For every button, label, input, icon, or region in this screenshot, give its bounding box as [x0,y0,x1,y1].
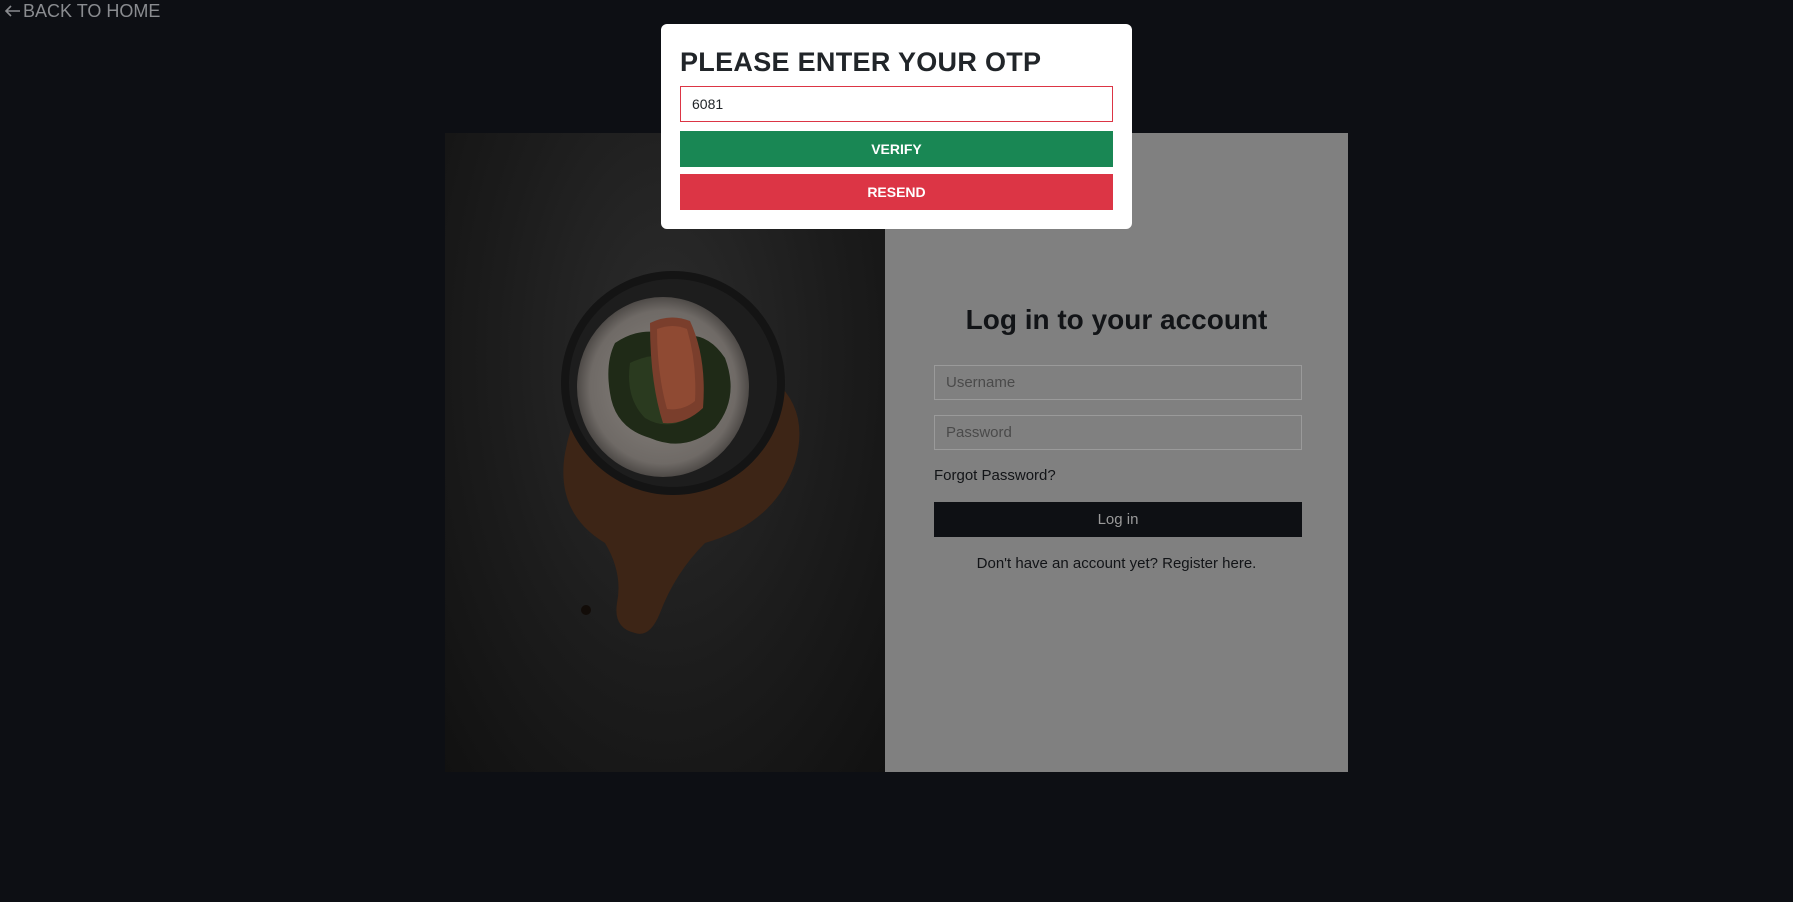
username-input[interactable]: Username [934,365,1302,400]
page: BACK TO HOME Log in to your account User… [0,0,1793,902]
otp-modal: PLEASE ENTER YOUR OTP 6081 VERIFY RESEND [661,24,1132,229]
login-title: Log in to your account [965,304,1268,335]
login-button[interactable]: Log in [934,502,1302,537]
password-input[interactable]: Password [934,415,1302,450]
back-to-home-label: BACK TO HOME [23,0,161,21]
verify-button[interactable]: VERIFY [680,131,1113,167]
arrow-left-icon [4,4,21,18]
register-link[interactable]: Don't have an account yet? Register here… [885,555,1348,572]
otp-modal-title: PLEASE ENTER YOUR OTP [680,47,1042,77]
forgot-password-link[interactable]: Forgot Password? [934,467,1056,484]
otp-input[interactable]: 6081 [680,86,1113,122]
resend-button[interactable]: RESEND [680,174,1113,210]
back-to-home-link[interactable]: BACK TO HOME [4,0,160,22]
